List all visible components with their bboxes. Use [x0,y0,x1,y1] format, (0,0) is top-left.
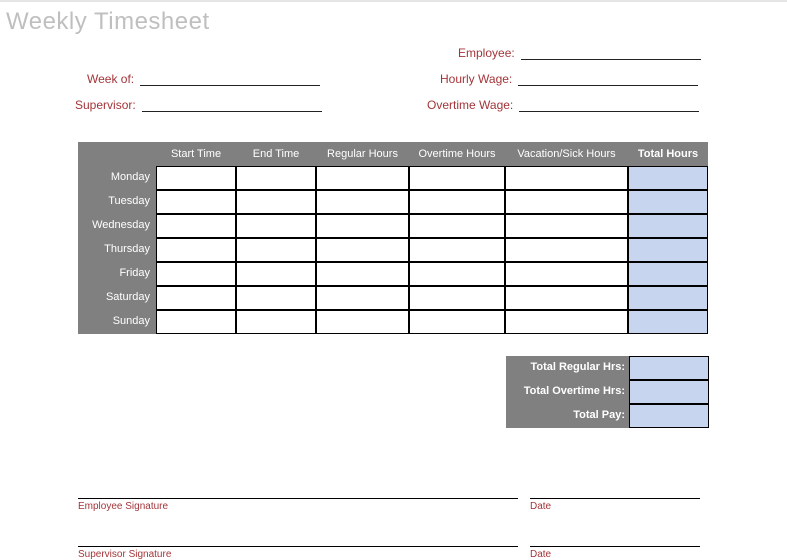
fri-total [628,262,708,286]
employee-input[interactable] [521,46,701,60]
employee-signature-line[interactable]: Employee Signature [78,498,518,512]
supervisor-signature-line[interactable]: Supervisor Signature [78,546,518,560]
hourly-wage-input[interactable] [518,72,698,86]
col-total-hours: Total Hours [628,142,708,166]
sat-regular[interactable] [316,286,409,310]
total-pay-label: Total Pay: [506,404,629,428]
thu-regular[interactable] [316,238,409,262]
col-end-time: End Time [236,142,316,166]
wed-regular[interactable] [316,214,409,238]
thu-vacation[interactable] [505,238,628,262]
wed-overtime[interactable] [409,214,505,238]
wed-start[interactable] [156,214,236,238]
total-pay-value [629,404,709,428]
tue-start[interactable] [156,190,236,214]
employee-label: Employee: [458,46,521,60]
supervisor-signature-date-label: Date [530,549,551,560]
wed-end[interactable] [236,214,316,238]
sun-end[interactable] [236,310,316,334]
hourly-wage-label: Hourly Wage: [440,72,518,86]
fri-end[interactable] [236,262,316,286]
thu-end[interactable] [236,238,316,262]
supervisor-signature-label: Supervisor Signature [78,549,171,560]
sun-start[interactable] [156,310,236,334]
sat-vacation[interactable] [505,286,628,310]
wed-total [628,214,708,238]
header-corner [78,142,156,166]
row-mon: Monday [78,166,156,190]
supervisor-label: Supervisor: [75,98,142,112]
fri-vacation[interactable] [505,262,628,286]
mon-vacation[interactable] [505,166,628,190]
tue-overtime[interactable] [409,190,505,214]
overtime-wage-label: Overtime Wage: [427,98,519,112]
col-start-time: Start Time [156,142,236,166]
thu-overtime[interactable] [409,238,505,262]
sun-overtime[interactable] [409,310,505,334]
page-title: Weekly Timesheet [0,2,787,38]
total-regular-value [629,356,709,380]
overtime-wage-input[interactable] [519,98,699,112]
sat-total [628,286,708,310]
wed-vacation[interactable] [505,214,628,238]
summary-block: Total Regular Hrs: Total Overtime Hrs: T… [506,356,787,428]
timesheet-table: Start Time End Time Regular Hours Overti… [78,142,708,334]
total-overtime-label: Total Overtime Hrs: [506,380,629,404]
employee-signature-date-label: Date [530,501,551,512]
col-vacation-sick: Vacation/Sick Hours [505,142,628,166]
tue-total [628,190,708,214]
col-overtime-hours: Overtime Hours [409,142,505,166]
mon-start[interactable] [156,166,236,190]
sun-vacation[interactable] [505,310,628,334]
row-fri: Friday [78,262,156,286]
total-regular-label: Total Regular Hrs: [506,356,629,380]
tue-vacation[interactable] [505,190,628,214]
row-sun: Sunday [78,310,156,334]
total-overtime-value [629,380,709,404]
col-regular-hours: Regular Hours [316,142,409,166]
sat-start[interactable] [156,286,236,310]
thu-total [628,238,708,262]
fri-regular[interactable] [316,262,409,286]
employee-signature-date-line[interactable]: Date [530,498,700,512]
fri-start[interactable] [156,262,236,286]
info-block: Employee: Week of: Hourly Wage: Supervis… [0,38,787,128]
mon-end[interactable] [236,166,316,190]
row-tue: Tuesday [78,190,156,214]
mon-regular[interactable] [316,166,409,190]
row-thu: Thursday [78,238,156,262]
signature-block: Employee Signature Date Supervisor Signa… [0,498,787,560]
row-wed: Wednesday [78,214,156,238]
week-of-label: Week of: [87,72,140,86]
row-sat: Saturday [78,286,156,310]
sat-overtime[interactable] [409,286,505,310]
sun-total [628,310,708,334]
mon-overtime[interactable] [409,166,505,190]
supervisor-signature-date-line[interactable]: Date [530,546,700,560]
sat-end[interactable] [236,286,316,310]
tue-regular[interactable] [316,190,409,214]
employee-signature-label: Employee Signature [78,501,168,512]
sun-regular[interactable] [316,310,409,334]
supervisor-input[interactable] [142,98,322,112]
fri-overtime[interactable] [409,262,505,286]
mon-total [628,166,708,190]
week-of-input[interactable] [140,72,320,86]
tue-end[interactable] [236,190,316,214]
thu-start[interactable] [156,238,236,262]
